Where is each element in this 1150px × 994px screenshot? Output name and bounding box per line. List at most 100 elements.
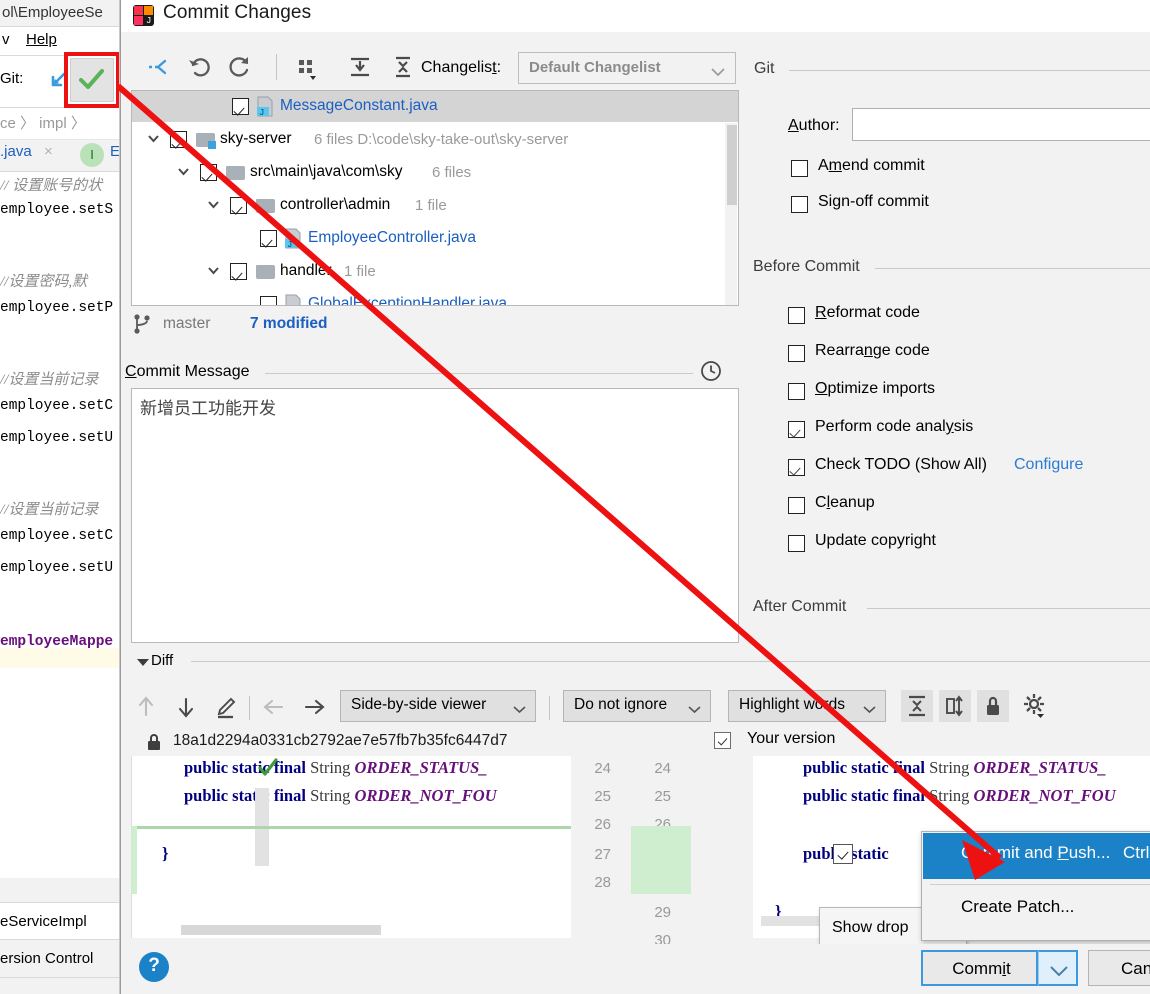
- cleanup-checkbox[interactable]: [788, 497, 805, 514]
- your-version-checkbox[interactable]: [714, 732, 731, 749]
- line-number: 26: [577, 816, 611, 833]
- after-commit-group-label: After Commit: [753, 598, 846, 616]
- ide-editor-tabs[interactable]: .java × I E: [0, 140, 130, 172]
- collapse-to-left-icon[interactable]: [145, 52, 175, 82]
- synchronize-scroll-icon[interactable]: [939, 690, 971, 722]
- modified-files-count[interactable]: 7 modified: [250, 315, 328, 333]
- commit-dropdown-menu: Commit and Push... Ctrl+ Create Patch...: [921, 831, 1150, 941]
- changelist-combobox[interactable]: Default Changelist: [518, 52, 736, 84]
- chevron-down-icon[interactable]: [206, 263, 221, 278]
- whitespace-mode-combobox[interactable]: Do not ignore: [563, 690, 711, 722]
- accept-left-icon[interactable]: [259, 692, 289, 722]
- prev-difference-icon[interactable]: [131, 692, 161, 722]
- refresh-icon[interactable]: [224, 52, 254, 82]
- clock-icon[interactable]: [700, 360, 722, 382]
- code-line: employee.setC: [0, 528, 113, 544]
- changed-files-tree[interactable]: J MessageConstant.java sky-server 6 file…: [131, 90, 739, 306]
- diff-left-hscrollbar[interactable]: [181, 925, 381, 935]
- viewer-mode-combobox[interactable]: Side-by-side viewer: [340, 690, 536, 722]
- author-label: Author:: [788, 117, 840, 135]
- tree-row-sky-server[interactable]: sky-server 6 files D:\code\sky-take-out\…: [132, 124, 739, 157]
- tree-row-checkbox[interactable]: [230, 263, 247, 280]
- tree-row-checkbox[interactable]: [232, 98, 249, 115]
- folder-icon: [226, 166, 245, 180]
- highlight-mode-combobox[interactable]: Highlight words: [728, 690, 886, 722]
- tree-row-global-exception-handler[interactable]: J GlobalExceptionHandler.java: [132, 289, 739, 306]
- tree-row-checkbox[interactable]: [170, 131, 187, 148]
- configure-todo-link[interactable]: Configure: [1014, 456, 1083, 474]
- before-commit-group-label: Before Commit: [753, 258, 860, 276]
- accept-right-icon[interactable]: [299, 692, 329, 722]
- tree-row-checkbox[interactable]: [260, 296, 277, 306]
- menu-item-help[interactable]: Help: [26, 31, 57, 48]
- perform-code-analysis-checkbox[interactable]: [788, 421, 805, 438]
- sign-off-commit-checkbox[interactable]: [791, 196, 808, 213]
- chevron-down-icon: [513, 701, 526, 717]
- check-todo-checkbox[interactable]: [788, 459, 805, 476]
- tree-row-employee-controller[interactable]: J EmployeeController.java: [132, 223, 739, 256]
- ide-breadcrumb[interactable]: ce 〉 impl 〉: [0, 108, 130, 140]
- diff-chunk-checkbox[interactable]: [833, 844, 853, 864]
- ide-status-left: eServiceImpl: [0, 902, 119, 940]
- diff-code-line: public static final String ORDER_NOT_FOU: [803, 786, 1116, 806]
- reformat-code-checkbox[interactable]: [788, 307, 805, 324]
- revert-icon[interactable]: [185, 52, 215, 82]
- tab-close-icon[interactable]: ×: [44, 143, 53, 160]
- diff-right-header: Your version: [711, 730, 1150, 756]
- menu-item-view-partial[interactable]: v: [2, 31, 10, 48]
- lock-icon[interactable]: [977, 690, 1009, 722]
- tree-row-handler[interactable]: handler 1 file: [132, 256, 739, 289]
- tree-row-label: src\main\java\com\sky: [250, 163, 402, 181]
- chevron-down-icon[interactable]: [176, 164, 191, 179]
- editor-tab-label[interactable]: .java: [0, 143, 32, 160]
- amend-commit-checkbox[interactable]: [791, 160, 808, 177]
- tree-row-checkbox[interactable]: [200, 164, 217, 181]
- chevron-down-icon[interactable]: [206, 197, 221, 212]
- line-number: 29: [637, 904, 671, 921]
- expand-all-icon[interactable]: [345, 52, 375, 82]
- commit-button-label: Commit: [923, 959, 1040, 979]
- tree-row-checkbox[interactable]: [230, 197, 247, 214]
- update-copyright-checkbox[interactable]: [788, 535, 805, 552]
- tree-scrollbar-thumb[interactable]: [727, 125, 737, 205]
- chevron-down-icon[interactable]: [146, 131, 161, 146]
- collapse-unchanged-icon[interactable]: [901, 690, 933, 722]
- menu-item-create-patch[interactable]: Create Patch...: [961, 897, 1074, 917]
- tree-row-message-constant[interactable]: J MessageConstant.java: [132, 91, 739, 124]
- folder-icon: [256, 199, 275, 213]
- tree-row-meta: 1 file: [344, 263, 376, 280]
- group-by-icon[interactable]: [292, 52, 322, 82]
- code-line: employee.setC: [0, 398, 113, 414]
- ide-background: ol\EmployeeSe v Help Git: ce 〉 impl 〉 .j…: [0, 0, 130, 994]
- option-label: Perform code analysis: [815, 418, 973, 436]
- settings-icon[interactable]: [1019, 690, 1051, 722]
- branch-status-row: master 7 modified: [133, 312, 733, 338]
- diff-line-numbers-old: 24 25 26 27 28: [571, 756, 631, 938]
- toolbar-separator: [276, 54, 277, 80]
- commit-message-value: 新增员工功能开发: [140, 394, 276, 419]
- tree-row-controller-admin[interactable]: controller\admin 1 file: [132, 190, 739, 223]
- line-number: 25: [577, 788, 611, 805]
- edit-source-icon[interactable]: [210, 692, 240, 722]
- commit-button[interactable]: Commit: [921, 950, 1038, 986]
- diff-collapse-triangle[interactable]: [137, 659, 149, 666]
- author-input[interactable]: [852, 108, 1150, 141]
- help-button[interactable]: ?: [139, 952, 169, 982]
- collapse-all-icon[interactable]: [388, 52, 418, 82]
- tree-row-src-main-java[interactable]: src\main\java\com\sky 6 files: [132, 157, 739, 190]
- ide-code-editor[interactable]: // 设置账号的状 employee.setS //设置密码,默 employe…: [0, 172, 130, 878]
- accept-change-icon[interactable]: [257, 756, 279, 778]
- line-number: 25: [637, 788, 671, 805]
- java-file-icon: J: [284, 228, 302, 249]
- cancel-button[interactable]: Cancel: [1088, 950, 1150, 986]
- tree-row-checkbox[interactable]: [260, 230, 277, 247]
- optimize-imports-checkbox[interactable]: [788, 383, 805, 400]
- diff-code-line: public static final String ORDER_STATUS_: [184, 758, 488, 778]
- commit-dropdown-button[interactable]: [1038, 950, 1078, 986]
- commit-message-textarea[interactable]: 新增员工功能开发: [131, 388, 739, 643]
- rearrange-code-checkbox[interactable]: [788, 345, 805, 362]
- next-difference-icon[interactable]: [171, 692, 201, 722]
- tree-row-label: controller\admin: [280, 196, 390, 214]
- diff-left-editor[interactable]: public static final String ORDER_STATUS_…: [131, 756, 571, 938]
- ide-version-control-tab[interactable]: ersion Control: [0, 940, 119, 978]
